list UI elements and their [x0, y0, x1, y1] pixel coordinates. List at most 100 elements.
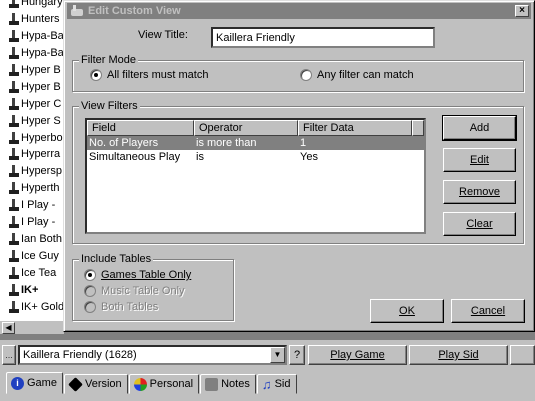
list-item-label: Hyper S	[21, 114, 61, 127]
edit-button[interactable]: Edit	[443, 148, 516, 172]
chevron-down-icon[interactable]: ▼	[270, 347, 285, 363]
play-game-button[interactable]: Play Game	[308, 345, 407, 365]
filters-table[interactable]: Field Operator Filter Data No. of Player…	[85, 118, 426, 234]
list-item[interactable]: I Play -	[0, 197, 64, 214]
view-filters-label: View Filters	[79, 100, 140, 112]
list-item-label: Hyperbo	[21, 131, 63, 144]
tab-sid-label: Sid	[274, 378, 291, 390]
edit-button-label: Edit	[470, 154, 489, 166]
list-item[interactable]: IK+	[0, 281, 64, 298]
radio-both-tables[interactable]: Both Tables	[84, 301, 158, 313]
list-item-label: Hyper B	[21, 80, 61, 93]
view-title-label: View Title:	[138, 29, 188, 41]
list-item[interactable]: IK+ Gold	[0, 298, 64, 315]
joystick-icon	[9, 63, 19, 76]
radio-all-filters-label: All filters must match	[107, 69, 209, 81]
cell-data: 1	[300, 137, 307, 149]
column-header-operator[interactable]: Operator	[194, 120, 298, 136]
tab-personal[interactable]: Personal	[128, 374, 200, 394]
play-sid-label: Play Sid	[438, 349, 479, 361]
view-menu-button[interactable]: …	[2, 345, 16, 365]
dialog-titlebar[interactable]: Edit Custom View ×	[67, 3, 531, 19]
game-list-hscrollbar[interactable]: ◀	[0, 320, 64, 334]
radio-unselected-icon	[84, 285, 96, 297]
list-item[interactable]: Hyper B	[0, 79, 64, 96]
joystick-icon	[9, 13, 19, 26]
radio-all-filters[interactable]: All filters must match	[90, 69, 208, 81]
clear-button[interactable]: Clear	[443, 212, 516, 236]
joystick-icon	[9, 0, 19, 9]
tab-version[interactable]: Version	[63, 374, 128, 394]
tab-sid[interactable]: ♫ Sid	[256, 374, 297, 394]
game-list[interactable]: Hungary Hunters Hypa-Ba Hypa-Ba Hyper B Hyper…	[0, 0, 64, 332]
column-header-field[interactable]: Field	[87, 120, 194, 136]
joystick-icon	[9, 114, 19, 127]
view-title-input[interactable]: Kaillera Friendly	[211, 27, 435, 48]
help-button[interactable]: ?	[289, 345, 305, 365]
radio-games-table[interactable]: Games Table Only	[84, 269, 191, 281]
list-item[interactable]: Hypa-Ba	[0, 28, 64, 45]
list-item[interactable]: Hyperth	[0, 180, 64, 197]
joystick-icon	[9, 97, 19, 110]
list-item[interactable]: Ice Guy	[0, 248, 64, 265]
list-item[interactable]: Hungary	[0, 0, 64, 11]
list-item-label: Hyperra	[21, 148, 61, 161]
column-header-filter-data[interactable]: Filter Data	[298, 120, 412, 136]
tab-notes-label: Notes	[221, 378, 250, 390]
list-item[interactable]: Hyper S	[0, 112, 64, 129]
radio-music-table[interactable]: Music Table Only	[84, 285, 185, 297]
radio-any-filter[interactable]: Any filter can match	[300, 69, 414, 81]
column-header-spacer	[412, 120, 424, 136]
tab-personal-label: Personal	[149, 378, 194, 390]
list-item-label: Hyper C	[21, 97, 62, 110]
cell-operator: is	[196, 151, 204, 163]
joystick-icon	[9, 80, 19, 93]
close-button[interactable]: ×	[515, 5, 529, 17]
cell-operator: is more than	[196, 137, 257, 149]
list-item[interactable]: I Play -	[0, 214, 64, 231]
cancel-button[interactable]: Cancel	[451, 299, 525, 323]
notes-icon	[205, 377, 219, 391]
radio-selected-icon	[90, 69, 102, 81]
list-item[interactable]: Hypersp	[0, 163, 64, 180]
cancel-button-label: Cancel	[470, 305, 506, 317]
list-item[interactable]: Ian Both	[0, 231, 64, 248]
joystick-icon	[9, 30, 19, 43]
joystick-icon	[9, 283, 19, 296]
list-item[interactable]: Hyperra	[0, 146, 64, 163]
table-row[interactable]: Simultaneous Play is Yes	[87, 150, 424, 164]
extra-button[interactable]	[510, 345, 535, 365]
cell-field: No. of Players	[89, 137, 159, 149]
custom-view-select[interactable]: Kaillera Friendly (1628) ▼	[18, 345, 287, 365]
detail-tabs: i Game Version Personal Notes ♫ Sid	[0, 372, 298, 394]
list-item-label: Hungary	[21, 0, 63, 9]
play-sid-button[interactable]: Play Sid	[409, 345, 508, 365]
list-item-label: Hypersp	[21, 165, 62, 178]
tab-notes[interactable]: Notes	[200, 374, 256, 394]
list-item-label: Hunters	[21, 13, 60, 26]
help-button-label: ?	[293, 349, 301, 361]
list-item-label: IK+	[21, 283, 39, 296]
list-item[interactable]: Hyper C	[0, 95, 64, 112]
radio-music-table-label: Music Table Only	[101, 285, 185, 297]
scroll-left-icon[interactable]: ◀	[2, 322, 15, 334]
remove-button[interactable]: Remove	[443, 180, 516, 204]
list-item[interactable]: Ice Tea	[0, 264, 64, 281]
diamond-icon	[68, 376, 83, 392]
close-icon: ×	[519, 5, 525, 16]
joystick-icon	[9, 165, 19, 178]
list-item-label: Hyperth	[21, 182, 60, 195]
list-item[interactable]: Hyperbo	[0, 129, 64, 146]
table-row[interactable]: No. of Players is more than 1	[87, 136, 424, 150]
info-icon: i	[11, 376, 24, 390]
ok-button[interactable]: OK	[370, 299, 444, 323]
radio-both-tables-label: Both Tables	[101, 301, 159, 313]
ellipsis-icon: …	[5, 350, 13, 360]
list-item[interactable]: Hunters	[0, 11, 64, 28]
filter-mode-label: Filter Mode	[79, 54, 139, 66]
list-item[interactable]: Hyper B	[0, 62, 64, 79]
list-item[interactable]: Hypa-Ba	[0, 45, 64, 62]
add-button[interactable]: Add	[442, 115, 517, 141]
joystick-icon	[9, 232, 19, 245]
tab-game[interactable]: i Game	[6, 372, 63, 394]
